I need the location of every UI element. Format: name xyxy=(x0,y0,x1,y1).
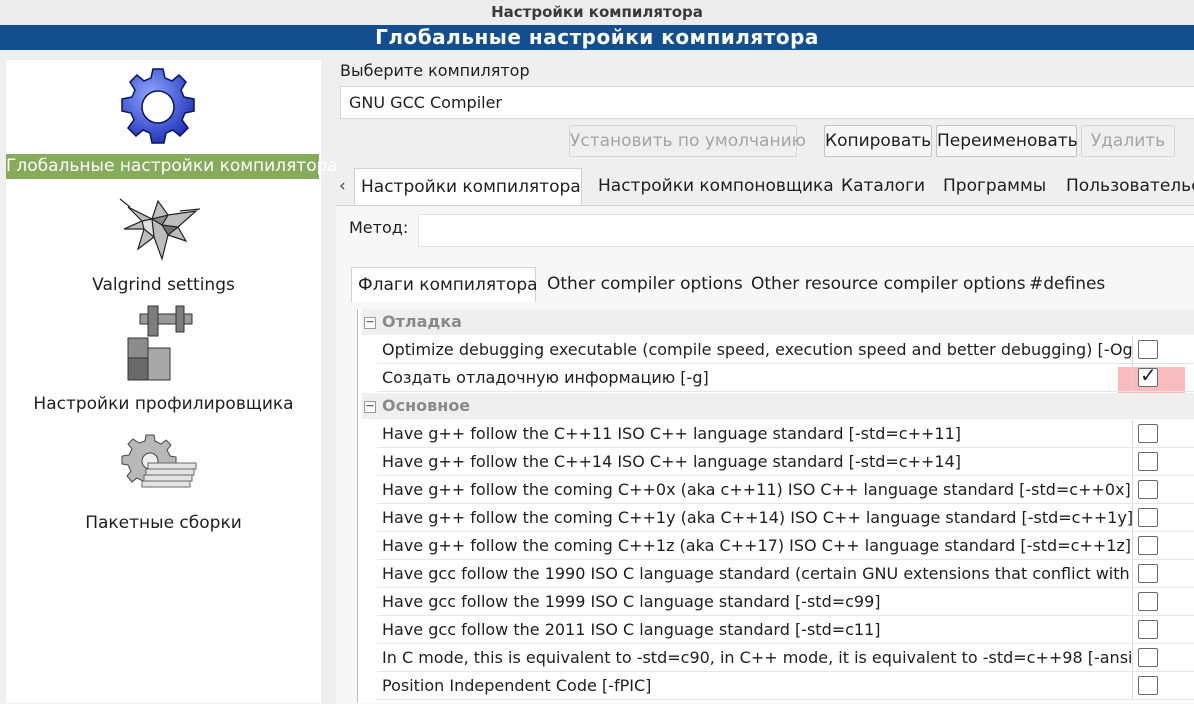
flag-label: Have g++ follow the coming C++0x (aka c+… xyxy=(382,480,1131,499)
gear-icon xyxy=(121,68,195,144)
flag-checkbox[interactable] xyxy=(1138,536,1158,555)
valgrind-dragon-icon xyxy=(119,198,201,262)
category-label: Отладка xyxy=(382,312,462,331)
tab-programs[interactable]: Программы xyxy=(937,168,1052,205)
subtab-defines[interactable]: #defines xyxy=(1023,267,1111,302)
flag-label: Have g++ follow the coming C++1z (aka C+… xyxy=(382,536,1132,555)
flag-row: In C mode, this is equivalent to -std=c9… xyxy=(377,644,1194,672)
sidebar-item-global-compiler[interactable]: Глобальные настройки компилятора xyxy=(6,60,338,182)
flag-label: Создать отладочную информацию [-g] xyxy=(382,368,709,387)
set-default-button[interactable]: Установить по умолчанию xyxy=(569,125,806,157)
tab-scroll-left-icon[interactable]: ‹ xyxy=(339,176,346,196)
page-banner: Глобальные настройки компилятора xyxy=(0,25,1194,50)
sidebar-item-valgrind[interactable]: Valgrind settings xyxy=(6,185,321,300)
flag-checkbox[interactable] xyxy=(1138,480,1158,499)
column-separator xyxy=(1132,448,1133,475)
flag-row: Have g++ follow the coming C++1y (aka C+… xyxy=(377,504,1194,532)
column-separator xyxy=(1132,672,1133,699)
flag-row: Have gcc follow the 1999 ISO C language … xyxy=(377,588,1194,616)
flag-label: In C mode, this is equivalent to -std=c9… xyxy=(382,648,1132,667)
tab-compiler-settings[interactable]: Настройки компилятора xyxy=(354,168,582,205)
flag-label: Have gcc follow the 1990 ISO C language … xyxy=(382,564,1132,583)
collapse-icon[interactable]: − xyxy=(364,400,376,413)
subtab-other-compiler-options[interactable]: Other compiler options xyxy=(541,267,749,302)
flag-checkbox[interactable] xyxy=(1138,676,1158,695)
flag-row: Have g++ follow the C++14 ISO C++ langua… xyxy=(377,448,1194,476)
flag-row: Have gcc follow the 2011 ISO C language … xyxy=(377,616,1194,644)
copy-button[interactable]: Копировать xyxy=(824,125,932,157)
flag-checkbox[interactable] xyxy=(1138,620,1158,639)
tab-directories[interactable]: Каталоги xyxy=(835,168,931,205)
window-title: Настройки компилятора xyxy=(0,0,1194,25)
check-mark-icon: ✓ xyxy=(1140,363,1157,387)
flag-checkbox[interactable] xyxy=(1138,564,1158,583)
tab-linker-settings[interactable]: Настройки компоновщика xyxy=(592,168,840,205)
column-separator xyxy=(1132,644,1133,671)
flag-row: Have gcc follow the 1990 ISO C language … xyxy=(377,560,1194,588)
category-label: Основное xyxy=(382,396,471,415)
flag-checkbox[interactable]: ✓ xyxy=(1138,364,1158,387)
flag-checkbox[interactable] xyxy=(1138,452,1158,471)
column-separator xyxy=(1132,504,1133,531)
column-separator xyxy=(1132,420,1133,447)
sidebar-item-label: Глобальные настройки компилятора xyxy=(6,154,338,179)
column-separator xyxy=(1132,476,1133,503)
sidebar: Глобальные настройки компилятора Valgrin… xyxy=(6,60,338,703)
flag-row: Position Independent Code [-fPIC] xyxy=(377,672,1194,700)
flag-label: Have g++ follow the C++11 ISO C++ langua… xyxy=(382,424,961,443)
flag-checkbox[interactable] xyxy=(1138,592,1158,611)
flag-row: Создать отладочную информацию [-g] ✓ xyxy=(377,364,1194,392)
flag-row: Optimize debugging executable (compile s… xyxy=(377,336,1194,364)
column-separator xyxy=(1132,364,1133,391)
sidebar-item-batch-builds[interactable]: Пакетные сборки xyxy=(6,425,321,540)
flag-checkbox[interactable] xyxy=(1138,648,1158,667)
profiler-caliper-icon xyxy=(127,305,193,381)
sidebar-item-profiler[interactable]: Настройки профилировщика xyxy=(6,302,321,420)
sidebar-item-label: Valgrind settings xyxy=(92,275,235,295)
delete-button[interactable]: Удалить xyxy=(1081,125,1175,157)
category-debug[interactable]: − Отладка xyxy=(362,309,1194,335)
flag-label: Have gcc follow the 2011 ISO C language … xyxy=(382,620,881,639)
category-general[interactable]: − Основное xyxy=(362,393,1194,419)
flag-label: Have gcc follow the 1999 ISO C language … xyxy=(382,592,881,611)
column-separator xyxy=(1132,588,1133,615)
column-separator xyxy=(1132,336,1133,363)
collapse-icon[interactable]: − xyxy=(364,316,376,329)
flag-label: Position Independent Code [-fPIC] xyxy=(382,676,652,695)
batch-build-gear-icon xyxy=(121,434,197,488)
method-combo[interactable] xyxy=(418,214,1194,247)
sidebar-item-label: Настройки профилировщика xyxy=(33,394,294,414)
flag-row: Have g++ follow the coming C++1z (aka C+… xyxy=(377,532,1194,560)
compiler-combo[interactable]: GNU GCC Compiler xyxy=(340,86,1194,119)
compiler-select-label: Выберите компилятор xyxy=(340,61,530,80)
sidebar-item-label: Пакетные сборки xyxy=(85,513,242,533)
flag-checkbox[interactable] xyxy=(1138,340,1158,359)
subtab-other-resource-compiler-options[interactable]: Other resource compiler options xyxy=(745,267,1032,302)
flag-label: Have g++ follow the coming C++1y (aka C+… xyxy=(382,508,1132,527)
rename-button[interactable]: Переименовать xyxy=(936,125,1078,157)
flag-label: Optimize debugging executable (compile s… xyxy=(382,340,1132,359)
flag-checkbox[interactable] xyxy=(1138,424,1158,443)
column-separator xyxy=(1132,560,1133,587)
flag-label: Have g++ follow the C++14 ISO C++ langua… xyxy=(382,452,961,471)
flag-row: Have g++ follow the C++11 ISO C++ langua… xyxy=(377,420,1194,448)
method-label: Метод: xyxy=(349,218,409,237)
column-separator xyxy=(1132,616,1133,643)
tab-custom[interactable]: Пользовательс xyxy=(1060,168,1194,205)
subtab-compiler-flags[interactable]: Флаги компилятора xyxy=(351,267,538,302)
flag-checkbox[interactable] xyxy=(1138,508,1158,527)
column-separator xyxy=(1132,532,1133,559)
flag-row: Have g++ follow the coming C++0x (aka c+… xyxy=(377,476,1194,504)
